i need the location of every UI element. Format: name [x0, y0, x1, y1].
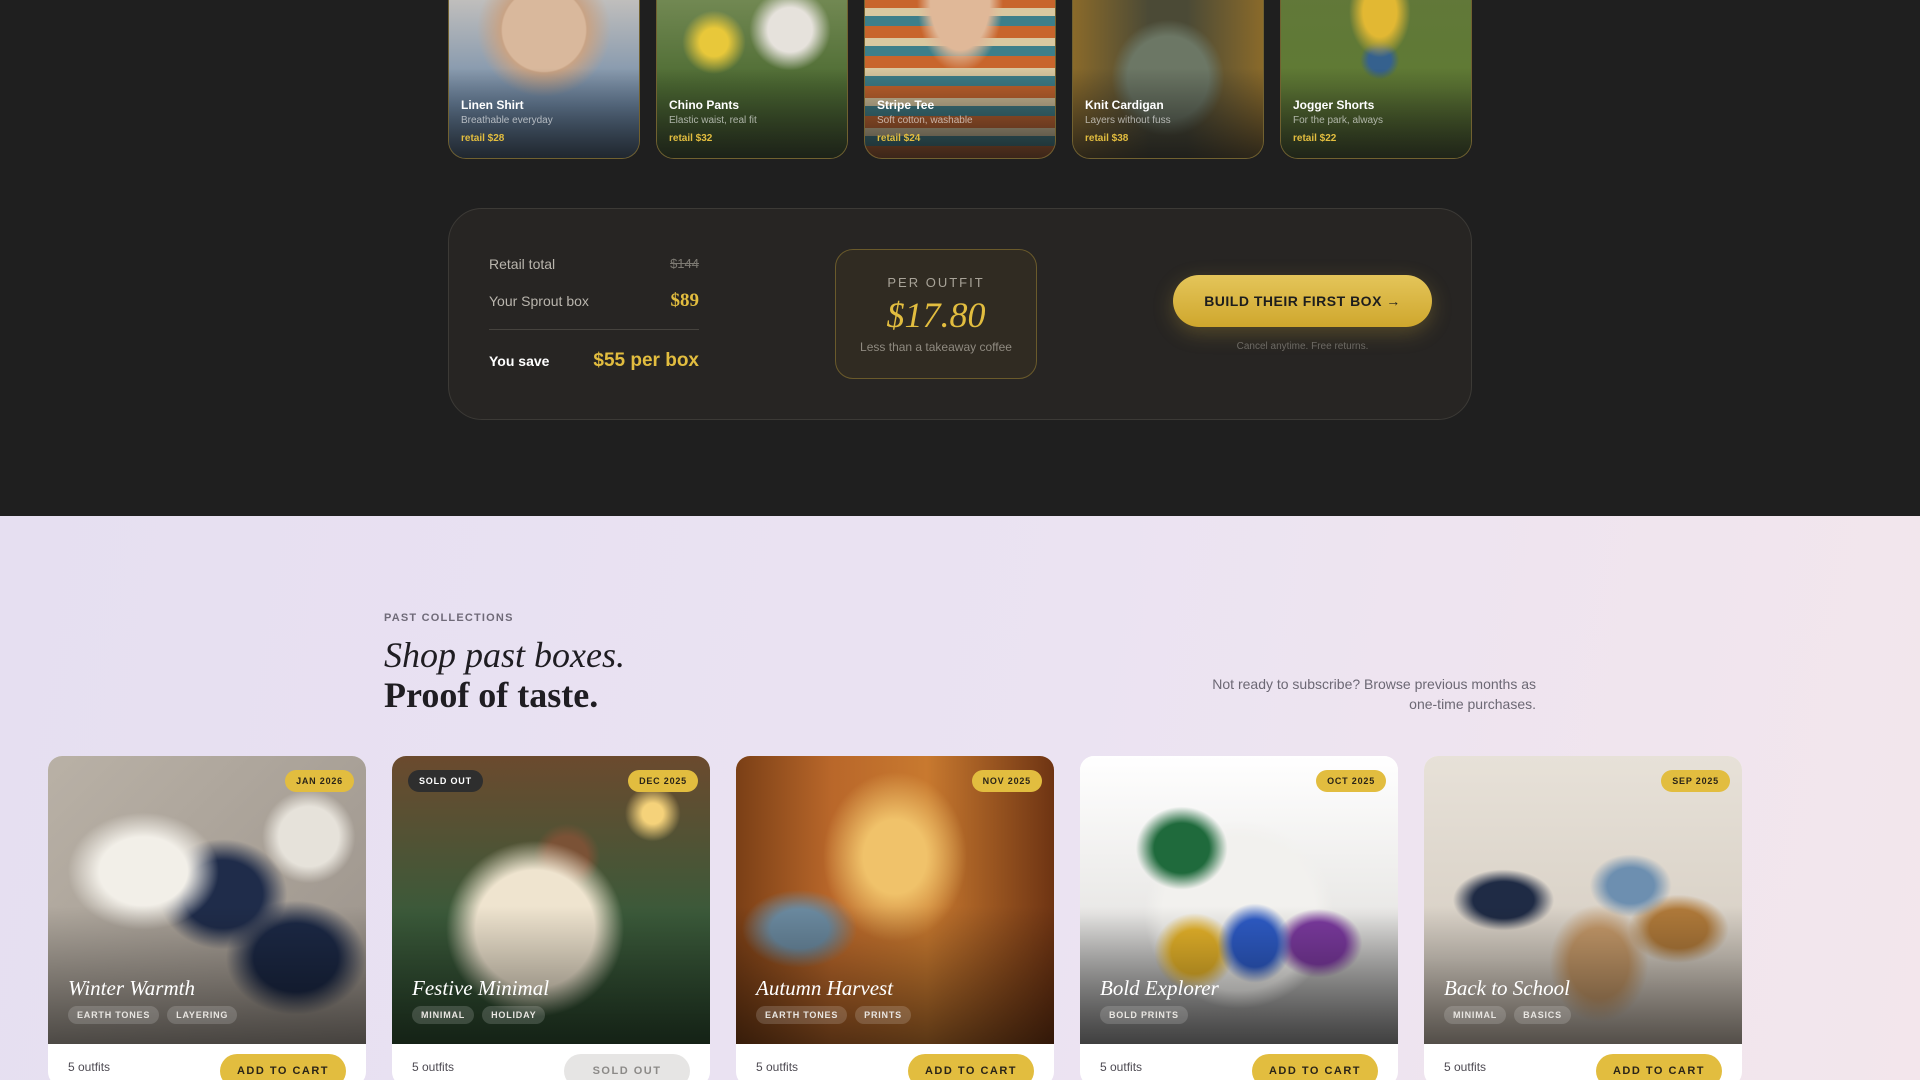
date-badge: JAN 2026	[285, 770, 354, 792]
outfit-retail-price: retail $28	[461, 133, 505, 144]
collection-card-autumn-harvest[interactable]: NOV 2025 Autumn Harvest EARTH TONES PRIN…	[736, 756, 1054, 1080]
photo-shade	[1073, 68, 1263, 158]
cancel-note: Cancel anytime. Free returns.	[1236, 341, 1369, 352]
outfit-card-linen-shirt[interactable]: Linen Shirt Breathable everyday retail $…	[448, 0, 640, 159]
section-eyebrow: PAST COLLECTIONS	[384, 612, 514, 624]
outfit-count: 5 outfits	[1444, 1060, 1487, 1074]
collection-title: Back to School	[1444, 976, 1570, 1000]
outfit-card-row: Linen Shirt Breathable everyday retail $…	[448, 0, 1472, 160]
section-note: Not ready to subscribe? Browse previous …	[1212, 676, 1536, 712]
per-outfit-subtext: Less than a takeaway coffee	[860, 340, 1012, 354]
tag: BOLD PRINTS	[1100, 1006, 1188, 1024]
per-outfit-price: $17.80	[886, 295, 986, 335]
collection-title: Festive Minimal	[412, 976, 550, 1000]
outfit-name: Jogger Shorts	[1293, 98, 1375, 112]
outfit-description: Soft cotton, washable	[877, 115, 973, 126]
per-outfit-box: PER OUTFIT $17.80 Less than a takeaway c…	[835, 249, 1037, 379]
photo-shade	[865, 68, 1055, 158]
box-price-label: Your Sprout box	[489, 293, 589, 309]
tag: PRINTS	[855, 1006, 911, 1024]
outfit-description: For the park, always	[1293, 115, 1384, 126]
outfit-count: 5 outfits	[412, 1060, 455, 1074]
past-collections-section: PAST COLLECTIONS Shop past boxes. Proof …	[0, 516, 1920, 1080]
divider	[489, 329, 699, 330]
price-summary-panel: Retail total $144 Your Sprout box $89 Yo…	[448, 208, 1472, 420]
photo-shade	[449, 68, 639, 158]
outfit-name: Chino Pants	[669, 98, 740, 112]
collection-title: Bold Explorer	[1100, 976, 1219, 1000]
collection-title: Autumn Harvest	[756, 976, 894, 1000]
per-outfit-label: PER OUTFIT	[887, 275, 985, 290]
collection-card-festive-minimal[interactable]: SOLD OUT DEC 2025 Festive Minimal MINIMA…	[392, 756, 710, 1080]
add-to-cart-button[interactable]: ADD TO CART	[1596, 1054, 1722, 1080]
outfit-retail-price: retail $22	[1293, 133, 1337, 144]
add-to-cart-button[interactable]: ADD TO CART	[908, 1054, 1034, 1080]
photo-shade	[657, 68, 847, 158]
add-to-cart-button[interactable]: ADD TO CART	[220, 1054, 346, 1080]
collection-card-winter-warmth[interactable]: JAN 2026 Winter Warmth EARTH TONES LAYER…	[48, 756, 366, 1080]
pricing-section: Linen Shirt Breathable everyday retail $…	[0, 0, 1920, 516]
box-price-value: $89	[670, 290, 700, 311]
tag: BASICS	[1514, 1006, 1571, 1024]
outfit-retail-price: retail $38	[1085, 133, 1129, 144]
outfit-name: Stripe Tee	[877, 98, 935, 112]
tag-list: BOLD PRINTS	[1100, 1006, 1188, 1024]
tag-list: EARTH TONES PRINTS	[756, 1006, 911, 1024]
date-badge: NOV 2025	[971, 770, 1042, 792]
tag: MINIMAL	[412, 1006, 475, 1024]
tag-list: MINIMAL BASICS	[1444, 1006, 1571, 1024]
build-first-box-button[interactable]: BUILD THEIR FIRST BOX →	[1173, 275, 1432, 327]
section-headline: Shop past boxes.	[384, 635, 625, 675]
date-badge: DEC 2025	[628, 770, 698, 792]
add-to-cart-button[interactable]: ADD TO CART	[1252, 1054, 1378, 1080]
sold-out-badge: SOLD OUT	[408, 770, 483, 792]
retail-total-value: $144	[670, 256, 699, 271]
outfit-card-jogger-shorts[interactable]: Jogger Shorts For the park, always retai…	[1280, 0, 1472, 159]
date-badge: OCT 2025	[1316, 770, 1386, 792]
tag: HOLIDAY	[482, 1006, 546, 1024]
tag: EARTH TONES	[68, 1006, 160, 1024]
savings-label: You save	[489, 353, 550, 369]
sold-out-button[interactable]: SOLD OUT	[564, 1054, 690, 1080]
tag: EARTH TONES	[756, 1006, 848, 1024]
outfit-retail-price: retail $32	[669, 133, 713, 144]
photo-shade	[1281, 68, 1471, 158]
outfit-count: 5 outfits	[68, 1060, 111, 1074]
savings-value: $55 per box	[593, 350, 699, 371]
collection-card-bold-explorer[interactable]: OCT 2025 Bold Explorer BOLD PRINTS 5 out…	[1080, 756, 1398, 1080]
section-subheadline: Proof of taste.	[384, 675, 599, 715]
tag-list: MINIMAL HOLIDAY	[412, 1006, 546, 1024]
outfit-card-knit-cardigan[interactable]: Knit Cardigan Layers without fuss retail…	[1072, 0, 1264, 159]
tag: MINIMAL	[1444, 1006, 1507, 1024]
outfit-name: Knit Cardigan	[1085, 98, 1164, 112]
outfit-count: 5 outfits	[756, 1060, 799, 1074]
collection-card-back-to-school[interactable]: SEP 2025 Back to School MINIMAL BASICS 5…	[1424, 756, 1742, 1080]
tag-list: EARTH TONES LAYERING	[68, 1006, 238, 1024]
outfit-count: 5 outfits	[1100, 1060, 1143, 1074]
outfit-description: Elastic waist, real fit	[669, 115, 757, 126]
outfit-card-chino-pants[interactable]: Chino Pants Elastic waist, real fit reta…	[656, 0, 848, 159]
outfit-name: Linen Shirt	[461, 98, 524, 112]
tag: LAYERING	[167, 1006, 238, 1024]
collection-title: Winter Warmth	[68, 976, 195, 1000]
retail-total-label: Retail total	[489, 256, 556, 272]
outfit-retail-price: retail $24	[877, 133, 921, 144]
date-badge: SEP 2025	[1661, 770, 1730, 792]
outfit-description: Breathable everyday	[461, 115, 553, 126]
outfit-card-stripe-tee[interactable]: Stripe Tee Soft cotton, washable retail …	[864, 0, 1056, 159]
outfit-description: Layers without fuss	[1085, 115, 1171, 126]
